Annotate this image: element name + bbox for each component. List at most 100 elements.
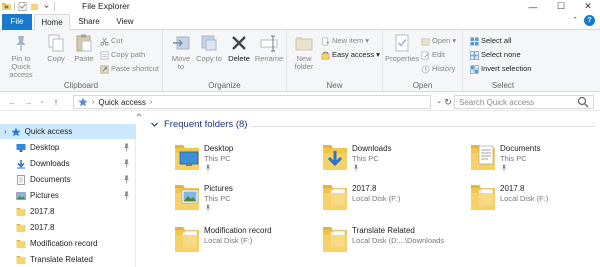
search-input[interactable]: Search Quick access	[459, 98, 534, 107]
frequent-folders-header[interactable]: Frequent folders (8)	[150, 119, 247, 130]
sidebar-item-2017-8[interactable]: 2017.8	[0, 220, 136, 235]
scroll-up-icon[interactable]	[136, 112, 142, 118]
chevron-down-icon: ▾	[365, 36, 370, 45]
edit-button[interactable]: Edit	[421, 50, 445, 60]
open-icon	[421, 37, 430, 46]
paste-button[interactable]: Paste	[71, 33, 97, 63]
folder-tile[interactable]: Desktop This PC	[174, 142, 324, 182]
pin-icon	[353, 164, 359, 172]
folder-icon	[322, 224, 348, 254]
delete-label: Delete	[228, 54, 250, 63]
pictures-icon	[16, 191, 26, 201]
back-arrow-icon[interactable]: ←	[6, 96, 18, 108]
folder-tile[interactable]: Documents This PC	[470, 142, 600, 182]
folder-tile[interactable]: Translate Related Local Disk (D:...\Downl…	[322, 224, 472, 264]
tab-file[interactable]: File	[2, 14, 32, 30]
sidebar-item-translate-related[interactable]: Translate Related	[0, 252, 136, 267]
maximize-button[interactable]: ☐	[548, 0, 574, 13]
navigation-pane: › Quick access Desktop Downloads Documents Pi…	[0, 124, 136, 267]
move-to-button[interactable]: Move to	[168, 33, 194, 71]
up-arrow-icon[interactable]: ↑	[50, 96, 62, 108]
properties-check-icon[interactable]	[18, 2, 27, 11]
sidebar-item-label: 2017.8	[30, 223, 55, 232]
folder-name: 2017.8	[500, 184, 525, 193]
delete-button[interactable]: Delete	[226, 33, 252, 63]
organize-group: Move to Copy to Delete Rename Organize	[163, 30, 287, 92]
new-folder-quick-icon[interactable]	[30, 2, 39, 11]
sidebar-item-label: Translate Related	[30, 255, 93, 264]
pin-icon	[205, 204, 211, 212]
select-all-label: Select all	[481, 36, 512, 45]
search-box[interactable]: Search Quick access	[454, 95, 594, 109]
chevron-down-icon: ▾	[376, 50, 380, 59]
new-item-button[interactable]: New item ▾	[321, 36, 369, 46]
rename-button[interactable]: Rename	[254, 33, 284, 63]
copy-label: Copy	[47, 54, 65, 63]
pictures-folder-icon	[174, 182, 200, 212]
chevron-down-icon[interactable]	[42, 2, 51, 11]
nav-scrollbar[interactable]	[136, 112, 142, 267]
tab-share[interactable]: Share	[72, 14, 106, 30]
invert-selection-button[interactable]: Invert selection	[470, 64, 531, 74]
easy-access-icon	[321, 51, 330, 60]
folder-tile[interactable]: Pictures This PC	[174, 182, 324, 222]
group-divider	[250, 126, 596, 127]
copy-path-button[interactable]: Copy path	[100, 50, 145, 60]
quick-access-star-icon	[78, 97, 88, 107]
tab-view[interactable]: View	[108, 14, 142, 30]
documents-icon	[16, 174, 26, 185]
folder-location: Local Disk (D:...\Downloads	[352, 236, 445, 245]
open-button[interactable]: Open ▾	[421, 36, 456, 46]
window-title: File Explorer	[82, 1, 130, 11]
paste-shortcut-label: Paste shortcut	[111, 64, 159, 73]
help-icon[interactable]: ?	[584, 15, 595, 26]
select-all-button[interactable]: Select all	[470, 36, 511, 46]
address-bar[interactable]: › Quick access ›	[73, 95, 431, 109]
edit-icon	[421, 50, 429, 60]
new-folder-button[interactable]: New folder	[290, 33, 318, 71]
sidebar-item-downloads[interactable]: Downloads	[0, 156, 136, 171]
breadcrumb[interactable]: Quick access	[98, 98, 146, 107]
sidebar-item-quick-access[interactable]: › Quick access	[0, 124, 136, 139]
copy-to-button[interactable]: Copy to	[196, 33, 222, 63]
history-label: History	[432, 64, 456, 73]
folder-tile[interactable]: Modification record Local Disk (F:)	[174, 224, 324, 264]
breadcrumb-chevron-icon[interactable]: ›	[92, 99, 94, 106]
select-none-icon	[470, 50, 479, 60]
folder-icon	[174, 224, 200, 254]
collapse-ribbon-icon[interactable]: ⌃	[570, 16, 580, 26]
folder-tile[interactable]: 2017.8 Local Disk (F:)	[470, 182, 600, 222]
folder-location: This PC	[500, 154, 527, 163]
sidebar-item-pictures[interactable]: Pictures	[0, 188, 136, 203]
easy-access-button[interactable]: Easy access ▾	[321, 50, 380, 60]
sidebar-item-documents[interactable]: Documents	[0, 172, 136, 187]
select-none-button[interactable]: Select none	[470, 50, 521, 60]
close-button[interactable]: ✕	[575, 0, 600, 13]
forward-arrow-icon[interactable]: →	[22, 96, 34, 108]
organize-group-label: Organize	[208, 81, 241, 90]
separator	[54, 2, 55, 11]
expand-chevron-icon[interactable]: ›	[4, 127, 7, 136]
sidebar-item-2017-8[interactable]: 2017.8	[0, 204, 136, 219]
sidebar-item-desktop[interactable]: Desktop	[0, 140, 136, 155]
address-row: ← → ⌄ ↑ › Quick access › ⌄ ↻ Search Quic…	[0, 93, 600, 111]
cut-button[interactable]: Cut	[100, 36, 123, 46]
sidebar-item-label: Pictures	[30, 191, 59, 200]
sidebar-item-label: Modification record	[30, 239, 98, 248]
folder-name: Desktop	[204, 144, 234, 153]
sidebar-item-modification-record[interactable]: Modification record	[0, 236, 136, 251]
paste-shortcut-button[interactable]: Paste shortcut	[100, 64, 159, 74]
breadcrumb-chevron-icon[interactable]: ›	[150, 99, 152, 106]
copy-button[interactable]: Copy	[44, 33, 68, 63]
history-button[interactable]: History	[421, 64, 455, 74]
tab-home[interactable]: Home	[34, 14, 70, 31]
refresh-icon[interactable]: ↻	[442, 96, 454, 108]
properties-button[interactable]: Properties	[385, 33, 419, 63]
minimize-button[interactable]: —	[520, 0, 546, 13]
folder-tile[interactable]: 2017.8 Local Disk (F:)	[322, 182, 472, 222]
recent-locations-chevron-icon[interactable]: ⌄	[36, 96, 48, 108]
pin-to-quick-access-button[interactable]: Pin to Quick access	[1, 33, 41, 79]
invert-selection-icon	[470, 64, 479, 74]
clipboard-group-label: Clipboard	[63, 81, 99, 90]
folder-tile[interactable]: Downloads This PC	[322, 142, 472, 182]
